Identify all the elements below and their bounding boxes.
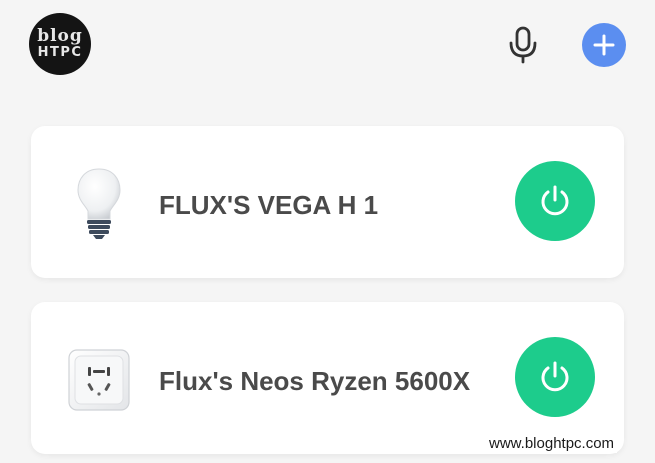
add-device-button[interactable] (582, 23, 626, 67)
power-icon (541, 361, 569, 392)
device-card[interactable]: Flux's Neos Ryzen 5600X (31, 302, 624, 454)
power-icon (541, 185, 569, 216)
avatar-text-line2: HTPC (37, 45, 83, 60)
device-card[interactable]: FLUX'S VEGA H 1 (31, 126, 624, 278)
microphone-icon[interactable] (504, 25, 542, 65)
light-bulb-icon (67, 166, 131, 242)
top-bar: blog HTPC (0, 0, 655, 100)
device-name: Flux's Neos Ryzen 5600X (159, 366, 471, 396)
plus-icon (593, 34, 615, 56)
smart-plug-icon (67, 342, 131, 418)
power-button[interactable] (515, 161, 595, 241)
power-button[interactable] (515, 337, 595, 417)
device-name: FLUX'S VEGA H 1 (159, 190, 379, 220)
watermark: www.bloghtpc.com (486, 434, 618, 453)
avatar-text-line1: blog (37, 26, 83, 46)
avatar[interactable]: blog HTPC (29, 13, 91, 75)
